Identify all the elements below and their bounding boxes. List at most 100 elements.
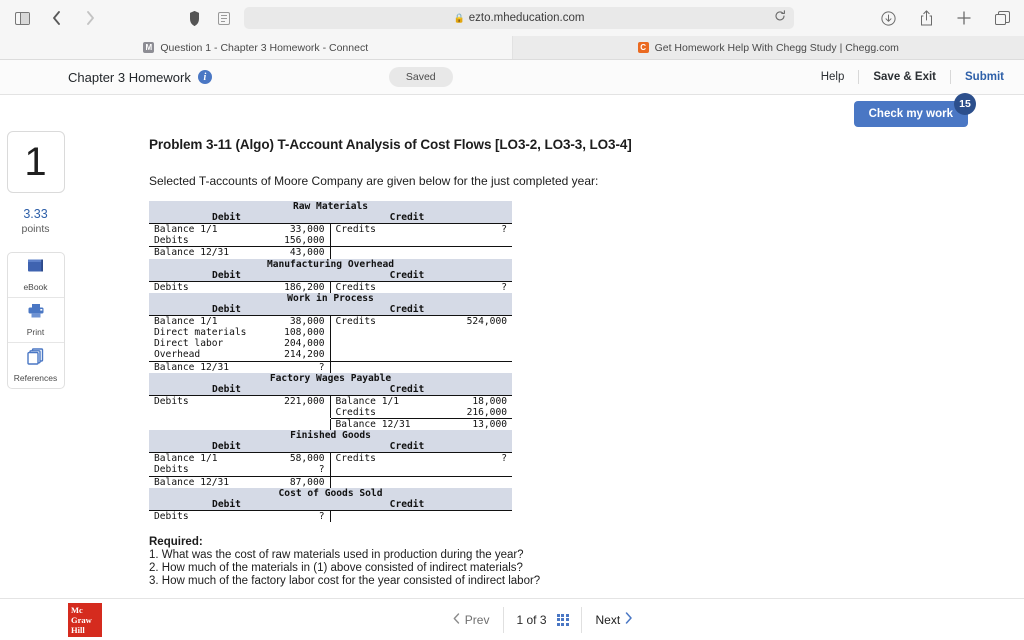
downloads-icon[interactable]	[878, 8, 898, 28]
t-row-label: Direct labor	[154, 338, 224, 350]
t-row-amount: 186,200	[284, 281, 325, 293]
debit-cell	[149, 419, 331, 431]
ebook-label: eBook	[23, 281, 48, 292]
t-row-amount: ?	[501, 224, 507, 235]
tab-overview-icon[interactable]	[992, 8, 1012, 28]
print-button[interactable]: Print	[7, 298, 64, 343]
help-button[interactable]: Help	[807, 70, 860, 84]
info-icon[interactable]: i	[197, 70, 212, 84]
page-title: Chapter 3 Homework	[68, 69, 191, 85]
t-account-column-headers: Debit Credit	[149, 303, 512, 316]
t-row-label: Balance 1/1	[154, 453, 218, 465]
address-bar[interactable]: 🔒 ezto.mheducation.com	[244, 7, 794, 29]
grid-view-icon[interactable]	[556, 613, 569, 626]
table-row: Debits?	[149, 464, 512, 476]
credit-cell: Credits 216,000	[331, 407, 513, 418]
t-account-body: Balance 1/1 33,000 Credits? Debits 156,000 Ba…	[149, 224, 512, 259]
credit-column-header: Credit	[389, 498, 425, 510]
save-and-exit-button[interactable]: Save & Exit	[859, 70, 952, 84]
table-row: Debits 156,000	[149, 235, 512, 247]
table-row: Balance 12/31 13,000	[149, 419, 512, 431]
table-row: Debits?	[149, 510, 512, 522]
t-account-title: Factory Wages Payable	[149, 372, 512, 384]
debit-cell: Direct labor 204,000	[149, 338, 331, 350]
pager: Prev 1 of 3 Next	[439, 606, 648, 633]
debit-cell: Balance 12/31 43,000	[149, 247, 331, 259]
submit-button[interactable]: Submit	[951, 70, 1004, 84]
credit-column-header: Credit	[389, 269, 425, 281]
share-icon[interactable]	[916, 8, 936, 28]
t-row-amount: 33,000	[289, 224, 325, 235]
reload-icon[interactable]	[774, 9, 786, 27]
credit-cell	[331, 477, 513, 488]
back-icon[interactable]	[46, 8, 66, 28]
t-row-label: Debits	[154, 235, 189, 247]
ebook-button[interactable]: eBook	[7, 253, 64, 298]
new-tab-icon[interactable]	[954, 8, 974, 28]
debit-cell: Debits 221,000	[149, 395, 331, 407]
debit-cell: Direct materials 108,000	[149, 326, 331, 339]
status-badge: Saved	[388, 67, 453, 87]
credit-column-header: Credit	[389, 303, 425, 315]
problem-intro: Selected T-accounts of Moore Company are…	[149, 174, 599, 188]
t-account-body: Debits 186,200 Credits?	[149, 281, 512, 293]
t-row-label: Debits	[154, 395, 189, 407]
t-row-amount: ?	[501, 453, 507, 465]
credit-cell: Credits?	[331, 453, 513, 464]
debit-column-header: Debit	[212, 383, 241, 395]
credit-cell: Balance 1/1 18,000	[331, 396, 513, 407]
t-account: Factory Wages Payable Debit Credit Debits 22…	[149, 372, 513, 431]
debit-column-header: Debit	[212, 498, 241, 510]
t-account: Raw Materials Debit Credit Balance 1/1 33,00…	[149, 201, 512, 259]
t-row-label: Balance 1/1	[154, 224, 218, 235]
connect-favicon-icon: M	[143, 42, 155, 53]
debit-cell: Debits 156,000	[149, 235, 331, 247]
t-row-label: Direct materials	[154, 326, 247, 338]
app-header: Chapter 3 Homework i Saved Help Save & E…	[0, 60, 1024, 95]
t-account: Finished Goods Debit Credit Balance 1/1 58,0…	[149, 430, 512, 488]
t-account-column-headers: Debit Credit	[149, 212, 512, 224]
next-button[interactable]: Next	[582, 612, 648, 627]
t-account-title: Work in Process	[149, 292, 512, 304]
browser-tab-2[interactable]: C Get Homework Help With Chegg Study | C…	[511, 36, 1024, 59]
t-row-label: Balance 1/1	[154, 315, 218, 327]
references-button[interactable]: References	[8, 343, 64, 388]
debit-column-header: Debit	[212, 212, 241, 223]
shield-icon[interactable]	[184, 8, 204, 28]
next-label: Next	[595, 612, 621, 627]
header-actions: Help Save & Exit Submit	[807, 70, 1004, 84]
t-row-amount: 214,200	[284, 349, 325, 361]
debit-cell: Balance 1/1 38,000	[149, 315, 331, 327]
logo-line-1: Mc	[71, 604, 83, 615]
sidebar-toggle-icon[interactable]	[12, 8, 32, 28]
debit-cell	[149, 406, 331, 419]
prev-button[interactable]: Prev	[439, 613, 504, 627]
left-rail: 1 3.33 points eBook Print References	[0, 129, 68, 616]
t-row-amount: 524,000	[466, 315, 507, 327]
t-account-body: Balance 1/1 38,000 Credits 524,000 Direct ma…	[149, 315, 513, 373]
credit-cell: Credits?	[331, 224, 513, 235]
t-row-amount: 18,000	[472, 395, 507, 407]
table-row: Balance 1/1 33,000 Credits?	[149, 224, 513, 236]
credit-cell	[331, 327, 513, 338]
prev-label: Prev	[464, 612, 490, 627]
debit-cell: Debits 186,200	[149, 281, 331, 293]
t-account-title: Manufacturing Overhead	[149, 258, 512, 270]
debit-column-header: Debit	[212, 269, 241, 281]
debit-cell: Balance 12/31 87,000	[149, 476, 331, 488]
browser-tab-1[interactable]: M Question 1 - Chapter 3 Homework - Conn…	[0, 36, 512, 59]
points-value: 3.33	[23, 207, 48, 221]
reader-view-icon[interactable]	[214, 8, 234, 28]
t-account-body: Balance 1/1 58,000 Credits? Debits? Balance …	[149, 453, 512, 488]
content-area: 1 3.33 points eBook Print References Pro…	[0, 129, 1024, 616]
t-row-label: Balance 12/31	[154, 247, 230, 259]
t-row-amount: 43,000	[289, 247, 325, 259]
t-accounts-table: Raw Materials Debit Credit Balance 1/1 33,00…	[149, 201, 512, 522]
page-count-label: 1 of 3	[516, 612, 547, 627]
t-row-label: Balance 12/31	[154, 476, 230, 488]
check-my-work-button[interactable]: Check my work	[853, 101, 968, 127]
t-row-label: Credits	[335, 224, 376, 235]
debit-cell: Balance 12/31?	[149, 361, 331, 373]
credit-cell: Credits 524,000	[331, 316, 513, 327]
debit-column-header: Debit	[212, 303, 241, 315]
